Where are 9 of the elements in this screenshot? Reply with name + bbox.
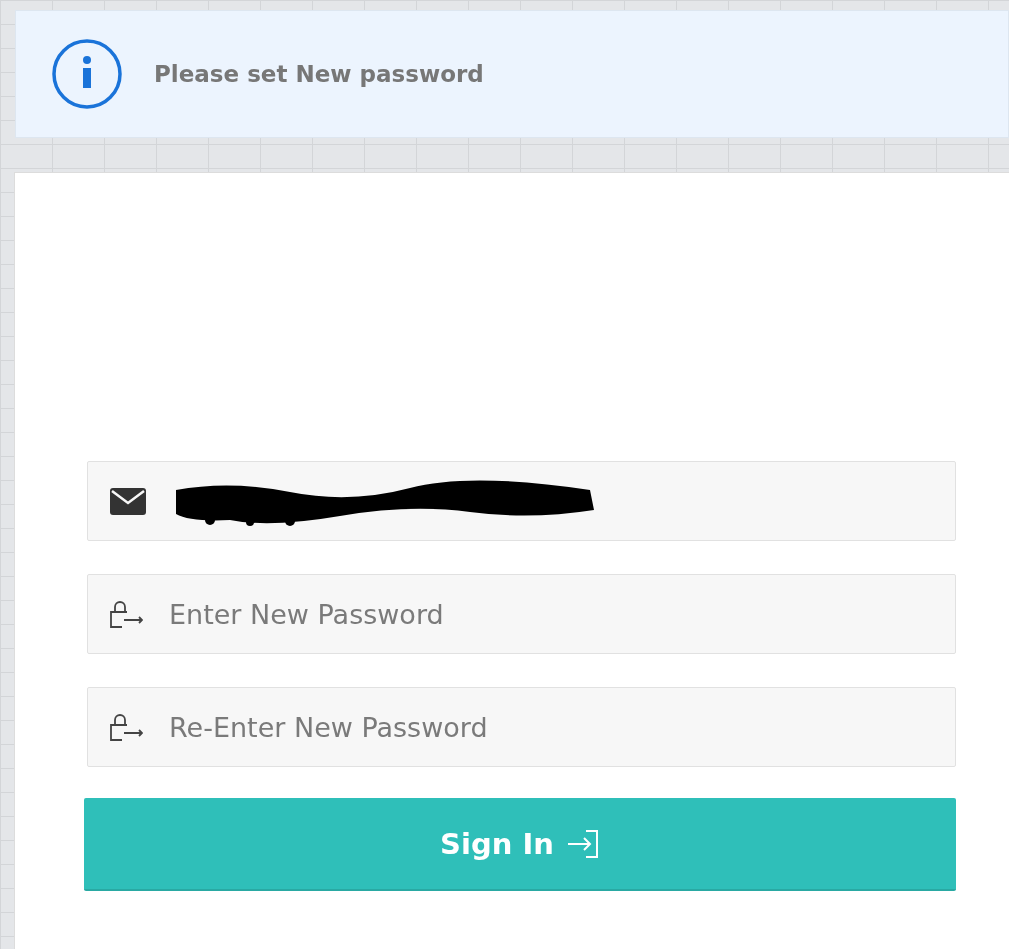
sign-in-button[interactable]: Sign In (84, 798, 956, 891)
password-field[interactable]: Enter New Password (87, 574, 956, 654)
lock-icon (110, 713, 143, 741)
email-field[interactable] (87, 461, 956, 541)
envelope-icon (110, 487, 146, 515)
alert-message: Please set New password (154, 61, 484, 87)
lock-icon (110, 600, 143, 628)
sign-in-icon (565, 828, 600, 859)
password-field[interactable]: Re-Enter New Password (87, 687, 956, 767)
